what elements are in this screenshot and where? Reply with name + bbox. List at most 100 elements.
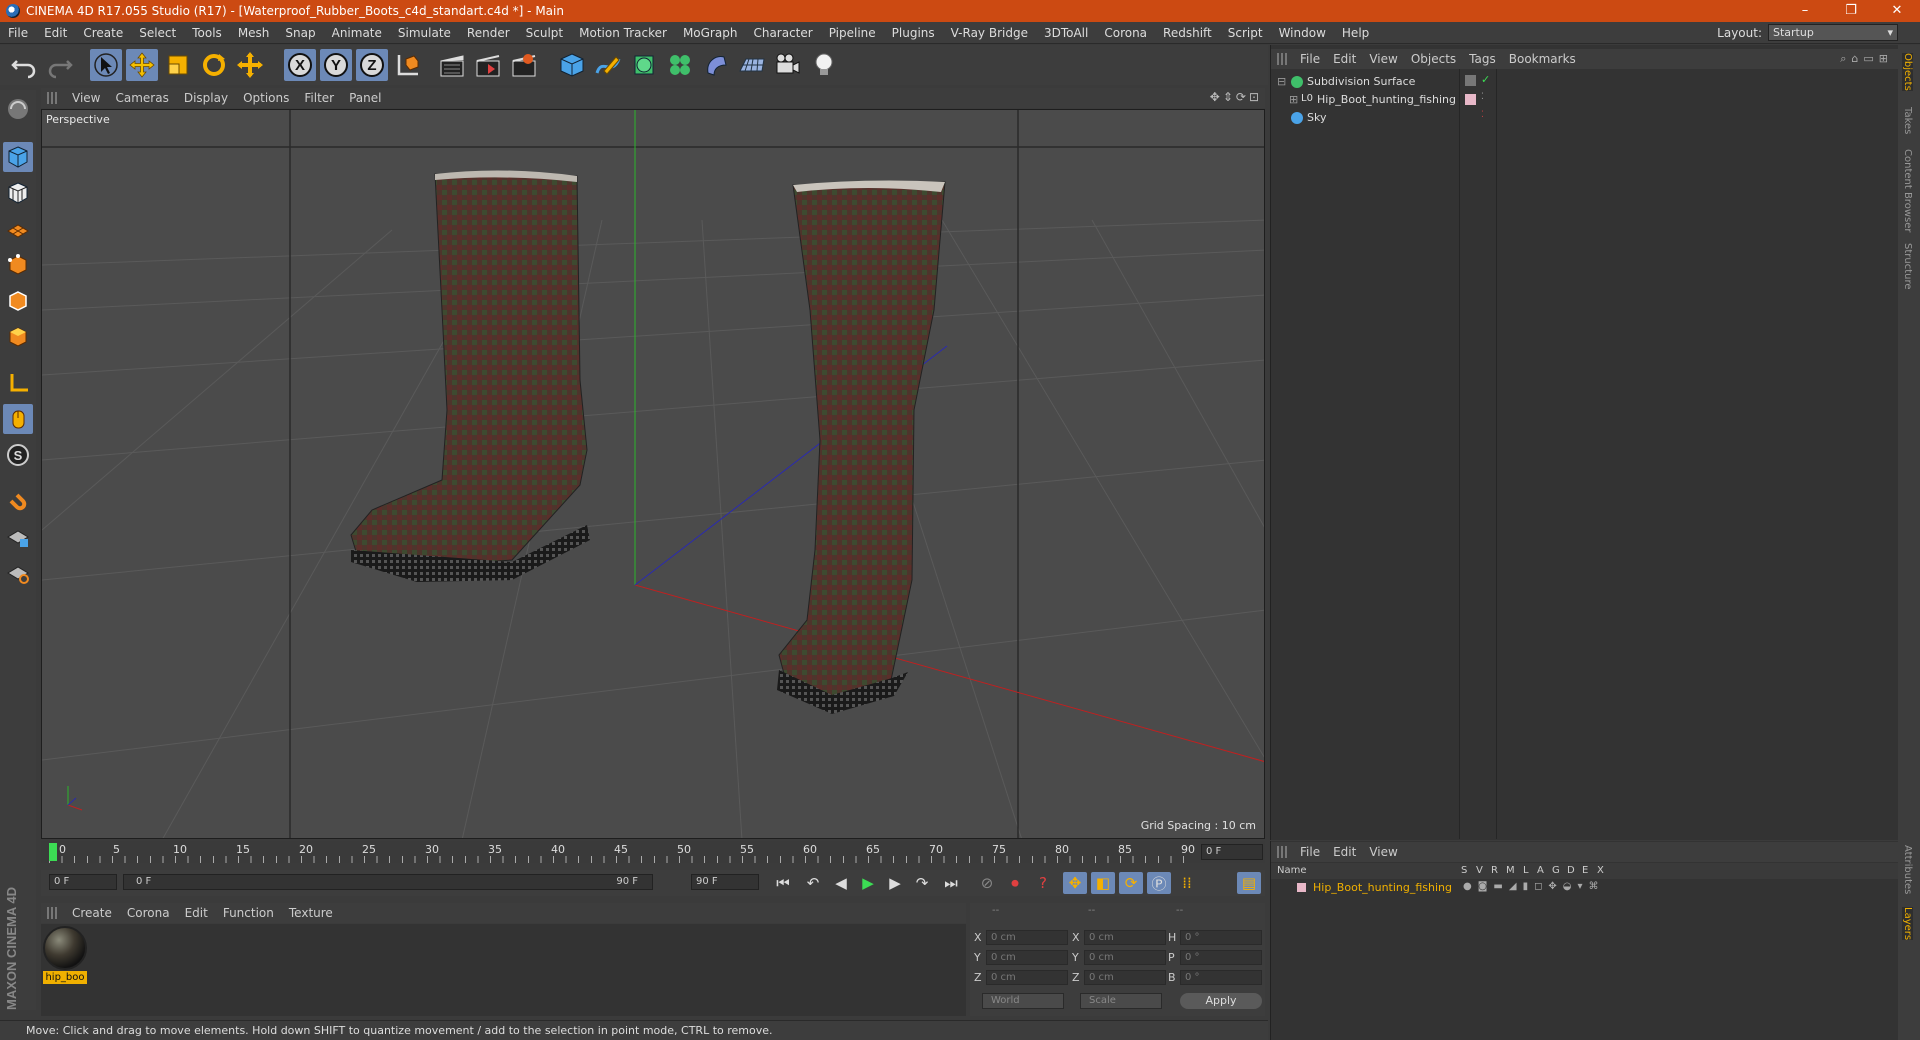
y-axis-lock[interactable]: Y: [320, 49, 352, 81]
coordinate-space-dropdown[interactable]: World: [982, 993, 1064, 1009]
render-view-button[interactable]: [436, 49, 468, 81]
pos-z-field[interactable]: 0 cm: [986, 970, 1068, 985]
point-level-key-toggle[interactable]: ⁞⁞: [1175, 872, 1199, 894]
record-active-objects-button[interactable]: ⊘: [975, 872, 999, 894]
menu-simulate[interactable]: Simulate: [390, 26, 459, 40]
transform-tool[interactable]: [234, 49, 266, 81]
menu-pipeline[interactable]: Pipeline: [821, 26, 884, 40]
render-settings-button[interactable]: [508, 49, 540, 81]
material-menu-edit[interactable]: Edit: [180, 906, 218, 920]
menu-render[interactable]: Render: [459, 26, 518, 40]
object-menu-objects[interactable]: Objects: [1406, 52, 1464, 66]
menu-corona[interactable]: Corona: [1096, 26, 1155, 40]
current-frame-field[interactable]: 0 F: [1201, 844, 1263, 860]
close-button[interactable]: ✕: [1874, 0, 1920, 22]
object-row-hip-boot[interactable]: ⊞ L0 Hip_Boot_hunting_fishing ⁚: [1271, 91, 1899, 109]
menu-3dtoall[interactable]: 3DToAll: [1036, 26, 1096, 40]
add-mograph-button[interactable]: [664, 49, 696, 81]
undo-button[interactable]: [8, 49, 40, 81]
restore-button[interactable]: ❐: [1828, 0, 1874, 22]
viewport-menu-view[interactable]: View: [67, 91, 110, 105]
add-generator-button[interactable]: [628, 49, 660, 81]
position-key-toggle[interactable]: ✥: [1063, 872, 1087, 894]
polygons-mode-button[interactable]: [3, 322, 33, 352]
scale-tool[interactable]: [162, 49, 194, 81]
locked-workplane-button[interactable]: [3, 522, 33, 552]
menu-animate[interactable]: Animate: [324, 26, 390, 40]
menu-edit[interactable]: Edit: [36, 26, 75, 40]
tree-expand-icon[interactable]: ⊞: [1289, 93, 1298, 106]
add-spline-button[interactable]: [592, 49, 624, 81]
home-icon[interactable]: ⌂: [1851, 52, 1863, 65]
next-key-button[interactable]: ↷: [910, 872, 934, 894]
panel-grip[interactable]: [47, 907, 57, 919]
material-menu-function[interactable]: Function: [218, 906, 284, 920]
tab-structure[interactable]: Structure: [1902, 243, 1913, 290]
viewport-menu-panel[interactable]: Panel: [344, 91, 391, 105]
layer-toggle-icons[interactable]: ●◙▬◢▮◻✥◒▾⌘: [1463, 881, 1605, 892]
menu-tools[interactable]: Tools: [184, 26, 230, 40]
rotate-tool[interactable]: [198, 49, 230, 81]
panel-grip[interactable]: [1277, 53, 1287, 65]
rot-p-field[interactable]: 0 °: [1180, 950, 1262, 965]
perspective-viewport[interactable]: Perspective Grid Spacing : 10 cm: [41, 109, 1265, 839]
collapse-icon[interactable]: ▭: [1863, 52, 1878, 65]
layer-row[interactable]: Hip_Boot_hunting_fishing ●◙▬◢▮◻✥◒▾⌘: [1271, 880, 1899, 896]
planar-workplane-button[interactable]: [3, 558, 33, 588]
tweak-mode-button[interactable]: [3, 404, 33, 434]
panel-grip[interactable]: [47, 92, 57, 104]
autokeying-button[interactable]: ⏺: [1003, 872, 1027, 894]
go-to-end-button[interactable]: ⏭: [939, 872, 963, 894]
menu-character[interactable]: Character: [745, 26, 820, 40]
tab-layers[interactable]: Layers: [1902, 907, 1913, 941]
points-mode-button[interactable]: [3, 250, 33, 280]
material-menu-texture[interactable]: Texture: [284, 906, 343, 920]
tab-content-browser[interactable]: Content Browser: [1902, 149, 1913, 232]
pos-x-field[interactable]: 0 cm: [986, 930, 1068, 945]
object-row-sky[interactable]: Sky ⁚: [1271, 109, 1899, 127]
size-x-field[interactable]: 0 cm: [1084, 930, 1166, 945]
timeline-playhead[interactable]: [49, 843, 57, 861]
tab-objects[interactable]: Objects: [1902, 53, 1913, 91]
axis-mode-button[interactable]: [3, 368, 33, 398]
previous-frame-button[interactable]: ◀: [829, 872, 853, 894]
menu-vray-bridge[interactable]: V-Ray Bridge: [943, 26, 1036, 40]
scale-key-toggle[interactable]: ◧: [1091, 872, 1115, 894]
size-y-field[interactable]: 0 cm: [1084, 950, 1166, 965]
menu-script[interactable]: Script: [1220, 26, 1271, 40]
layer-color-swatch[interactable]: [1465, 94, 1476, 105]
object-menu-file[interactable]: File: [1295, 52, 1328, 66]
rotation-key-toggle[interactable]: ⟳: [1119, 872, 1143, 894]
make-editable-button[interactable]: [3, 94, 33, 124]
viewport-menu-options[interactable]: Options: [238, 91, 299, 105]
menu-plugins[interactable]: Plugins: [884, 26, 943, 40]
panel-grip[interactable]: [1277, 846, 1287, 858]
menu-file[interactable]: File: [0, 26, 36, 40]
add-light-button[interactable]: [808, 49, 840, 81]
next-frame-button[interactable]: ▶: [883, 872, 907, 894]
timeline-ruler[interactable]: 0 5 10 15 20 25 30 35 40 45 50 55 60 65 …: [41, 841, 1265, 863]
add-deformer-button[interactable]: [700, 49, 732, 81]
maximize-view-icon[interactable]: ⊡: [1249, 90, 1259, 104]
enabled-check-icon[interactable]: ✓: [1481, 73, 1490, 86]
material-menu-create[interactable]: Create: [67, 906, 122, 920]
edges-mode-button[interactable]: [3, 286, 33, 316]
model-mode-button[interactable]: [3, 142, 33, 172]
render-to-picture-viewer-button[interactable]: [472, 49, 504, 81]
layout-dropdown[interactable]: Startup: [1768, 24, 1898, 41]
layer-menu-edit[interactable]: Edit: [1328, 845, 1364, 859]
snap-button[interactable]: S: [3, 440, 33, 470]
start-frame-field[interactable]: 0 F: [49, 874, 117, 890]
object-menu-tags[interactable]: Tags: [1464, 52, 1504, 66]
menu-sculpt[interactable]: Sculpt: [518, 26, 571, 40]
material-menu-corona[interactable]: Corona: [122, 906, 180, 920]
menu-mograph[interactable]: MoGraph: [675, 26, 746, 40]
menu-mesh[interactable]: Mesh: [230, 26, 278, 40]
layer-color-swatch[interactable]: [1297, 883, 1306, 892]
menu-create[interactable]: Create: [75, 26, 131, 40]
keyframe-selection-button[interactable]: ?: [1031, 872, 1055, 894]
menu-help[interactable]: Help: [1334, 26, 1377, 40]
menu-redshift[interactable]: Redshift: [1155, 26, 1220, 40]
redo-button[interactable]: [44, 49, 76, 81]
viewport-menu-filter[interactable]: Filter: [299, 91, 344, 105]
